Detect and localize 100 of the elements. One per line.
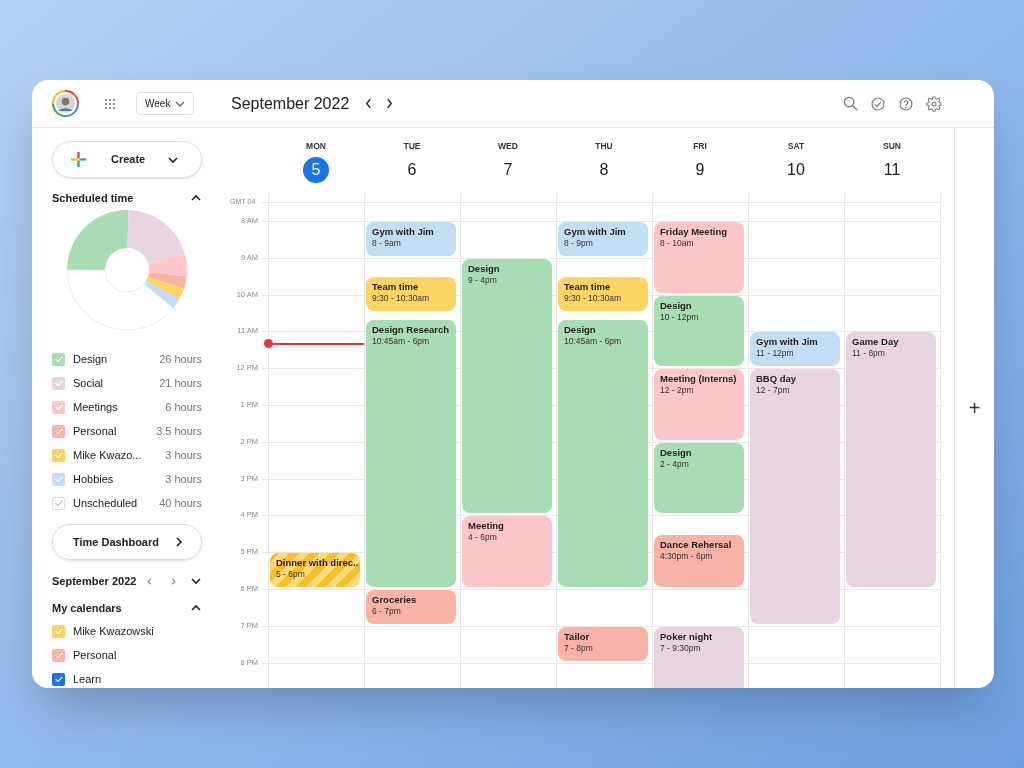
event-card[interactable]: Game Day 11 - 6pm [846,332,936,587]
event-card[interactable]: Groceries 6 - 7pm [366,590,456,624]
event-title: Design [468,262,501,275]
weekday-label: MON [306,140,326,153]
weekday-label: TUE [403,140,421,153]
event-title: Game Day [852,336,900,349]
date-number[interactable]: 5 [303,156,329,183]
event-time: 5 - 6pm [276,569,306,581]
event-card[interactable]: Team time 9:30 - 10:30am [558,277,648,311]
apps-grid-icon[interactable] [104,97,116,110]
check-circle-icon[interactable] [871,96,885,111]
next-icon[interactable] [386,98,394,109]
date-number[interactable]: 7 [495,156,521,183]
event-time: 11 - 12pm [756,348,795,360]
settings-icon[interactable] [926,95,942,112]
category-label: Unscheduled [73,495,139,511]
category-label: Mike Kwazo... [73,447,143,463]
event-title: Team time [564,281,612,294]
hours-text: 3 hours [165,471,202,487]
event-card[interactable]: Poker night 7 - 9:30pm [654,626,744,688]
event-title: Team time [372,281,420,294]
category-label: Social [73,375,104,391]
mini-calendar-title: September 2022 [52,573,137,589]
event-time: 10:45am - 6pm [564,335,623,347]
event-card[interactable]: Meeting (Interns) 12 - 2pm [654,369,744,440]
event-card[interactable]: Tailor 7 - 8pm [558,626,648,661]
event-time: 11 - 6pm [852,348,886,360]
date-number[interactable]: 9 [687,156,713,183]
plus-icon [71,152,86,167]
chevron-down-icon [175,100,185,107]
event-time: 4:30pm - 6pm [660,550,714,562]
checkbox[interactable] [52,672,65,686]
event-title: Design [564,323,597,336]
event-card[interactable]: Gym with Jim 8 - 9pm [558,222,648,256]
event-card[interactable]: Dance Rehersal 4:30pm - 6pm [654,534,744,587]
weekday-label: WED [498,140,518,153]
event-card[interactable]: BBQ day 12 - 7pm [750,369,840,624]
event-title: Gym with Jim [372,226,435,238]
date-number[interactable]: 11 [879,156,905,183]
event-time: 7 - 8pm [564,642,594,654]
event-card[interactable]: Friday Meeting 8 - 10am [654,222,744,293]
checkmark-icon [53,402,64,412]
section-title: Scheduled time [52,190,134,206]
help-icon[interactable] [899,96,913,111]
search-icon[interactable] [843,96,858,111]
event-card[interactable]: Design 9 - 4pm [462,258,552,514]
checkbox[interactable] [52,424,65,438]
event-title: Friday Meeting [660,226,729,238]
event-time: 8 - 9am [372,238,402,249]
category-label: Design [73,351,109,367]
event-time: 8 - 10am [660,238,695,249]
event-time: 10:45am - 6pm [372,335,431,347]
checkmark-icon [53,354,64,364]
avatar[interactable] [52,90,79,117]
date-number[interactable]: 10 [783,156,809,183]
event-card[interactable]: Team time 9:30 - 10:30am [366,277,456,311]
event-time: 9 - 4pm [468,274,498,286]
calendar-label: Mike Kwazowski [73,623,154,639]
event-title: Gym with Jim [756,336,819,349]
event-card[interactable]: Design 10 - 12pm [654,295,744,367]
checkmark-icon [53,498,64,508]
event-card[interactable]: Design Research 10:45am - 6pm [366,319,456,587]
view-dropdown[interactable]: Week [136,92,194,115]
event-time: 9:30 - 10:30am [372,293,431,305]
event-card[interactable]: Gym with Jim 11 - 12pm [750,332,840,367]
event-time: 12 - 2pm [660,385,695,397]
checkmark-icon [53,650,64,660]
date-number[interactable]: 6 [399,156,425,183]
event-time: 9:30 - 10:30am [564,293,623,305]
previous-icon[interactable] [365,98,373,109]
hours-text: 26 hours [159,351,202,367]
event-card[interactable]: Meeting 4 - 6pm [462,516,552,587]
event-title: Tailor [564,630,591,643]
event-card[interactable]: Design 2 - 4pm [654,442,744,514]
hours-text: 6 hours [165,399,202,415]
weekday-label: THU [595,140,613,153]
category-label: Personal [73,423,118,439]
checkmark-icon [53,626,64,636]
add-button[interactable]: + [968,398,981,418]
event-card[interactable]: Design 10:45am - 6pm [558,319,648,587]
weekday-label: SUN [883,140,901,153]
event-title: Gym with Jim [564,226,627,238]
chevron-right-icon [173,536,185,548]
calendar-label: Personal [73,647,117,663]
checkbox[interactable] [52,648,65,662]
event-time: 2 - 4pm [660,458,690,470]
event-time: 8 - 9pm [564,238,594,249]
hours-text: 3 hours [165,447,202,463]
event-time: 12 - 7pm [756,385,791,397]
hours-text: 40 hours [159,495,202,511]
chevron-down-icon[interactable] [190,575,202,587]
event-card[interactable]: Gym with Jim 8 - 9am [366,222,456,256]
date-number[interactable]: 8 [591,156,617,183]
event-card[interactable]: Dinner with direc.. 5 - 6pm [270,553,360,587]
event-title: Meeting [468,520,505,533]
weekday-label: SAT [787,140,805,153]
category-label: Meetings [73,399,119,415]
event-title: Meeting (Interns) [660,373,738,386]
event-title: Design [660,299,693,312]
checkmark-icon [53,474,64,484]
